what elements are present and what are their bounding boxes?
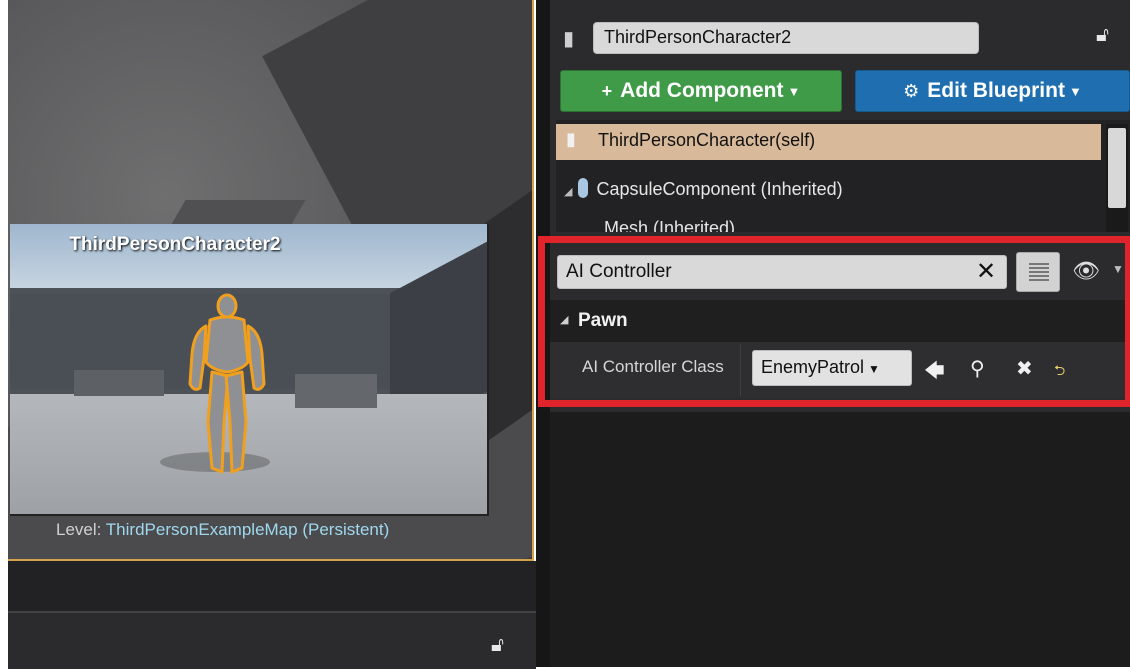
lower-panel — [8, 611, 536, 669]
camera-preview: ThirdPersonCharacter2 — [10, 224, 489, 516]
actor-icon: ▮ — [563, 28, 575, 50]
actor-icon: ▮ — [566, 129, 576, 149]
actor-name-field[interactable]: ThirdPersonCharacter2 — [593, 22, 979, 54]
component-capsule-row[interactable]: ◢ CapsuleComponent (Inherited) — [564, 178, 843, 200]
component-capsule-label: CapsuleComponent (Inherited) — [596, 179, 843, 199]
lock-icon[interactable]: 🔓︎ — [1096, 24, 1109, 47]
edit-blueprint-button[interactable]: ⚙ Edit Blueprint ▼ — [855, 70, 1130, 112]
preview-block — [74, 370, 164, 396]
details-empty-area — [550, 412, 1130, 667]
level-label: Level: — [56, 520, 102, 539]
chevron-down-icon: ▼ — [1068, 83, 1082, 99]
viewport-border — [532, 0, 534, 561]
level-name: ThirdPersonExampleMap (Persistent) — [105, 520, 390, 539]
component-self-row[interactable]: ▮ ThirdPersonCharacter(self) — [556, 124, 1101, 160]
chevron-down-icon: ▼ — [787, 83, 801, 99]
component-self-label: ThirdPersonCharacter(self) — [598, 130, 816, 150]
character-mannequin[interactable] — [182, 292, 272, 482]
capsule-icon — [578, 178, 589, 198]
component-mesh-row[interactable]: Mesh (Inherited) — [604, 218, 735, 232]
lock-icon[interactable]: 🔓︎ — [491, 634, 504, 657]
scrollbar-thumb[interactable] — [1108, 128, 1126, 208]
highlight-box — [538, 236, 1130, 407]
expand-triangle-icon[interactable]: ◢ — [564, 186, 572, 198]
add-component-button[interactable]: + Add Component ▼ — [560, 70, 842, 112]
component-mesh-label: Mesh (Inherited) — [604, 218, 736, 232]
plus-icon: + — [601, 80, 613, 101]
preview-block — [295, 374, 377, 408]
viewport-footer — [8, 561, 536, 611]
add-component-label: Add Component — [620, 79, 784, 102]
preview-title: ThirdPersonCharacter2 — [69, 234, 281, 255]
edit-blueprint-label: Edit Blueprint — [927, 79, 1065, 102]
scene-ridge-shape — [170, 200, 306, 226]
level-indicator: Level: ThirdPersonExampleMap (Persistent… — [56, 520, 389, 540]
gears-icon: ⚙ — [903, 80, 920, 101]
